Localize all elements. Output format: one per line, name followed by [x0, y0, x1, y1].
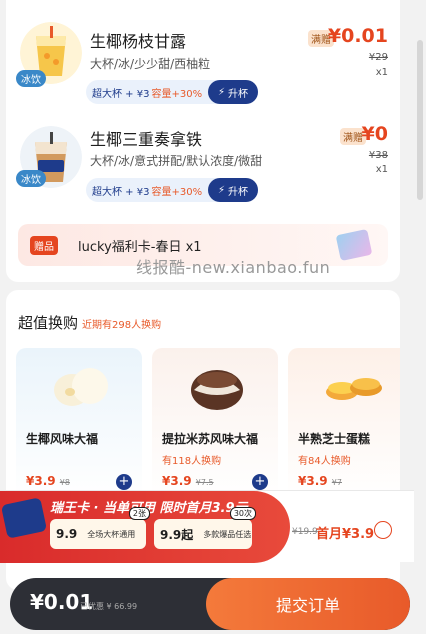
promo-select-radio[interactable] [374, 521, 392, 539]
deal-item[interactable]: 生椰风味大福 ¥3.9 ¥8 + [16, 348, 142, 498]
discount-amount: 已优惠 ¥ 66.99 [80, 602, 138, 611]
deal-price: ¥3.9 ¥7.5 [162, 474, 214, 488]
promo-price: 首月¥3.9 [316, 527, 375, 542]
promo-tile-desc: 全场大杯通用 [87, 529, 136, 539]
gift-tag: 赠品 [30, 236, 58, 255]
order-card: 冰饮 生椰杨枝甘露 大杯/冰/少少甜/西柚粒 超大杯 + ¥3 容量+30% ⚡… [6, 0, 400, 282]
item-original-price: ¥29 [368, 52, 388, 63]
promo-original-price: ¥19.9 [292, 527, 318, 537]
lightning-icon: ⚡ [217, 184, 226, 196]
promo-tile-count: 30次 [229, 507, 256, 520]
deal-sold: 有118人换购 [162, 456, 222, 467]
deal-price-value: ¥3.9 [162, 474, 192, 488]
upgrade-button[interactable]: ⚡ 升杯 [208, 178, 258, 202]
deal-price: ¥3.9 ¥8 [26, 474, 70, 488]
product-spec: 大杯/冰/少少甜/西柚粒 [90, 57, 211, 71]
upgrade-capacity: 容量+30% [151, 88, 203, 100]
upgrade-capacity: 容量+30% [151, 186, 203, 198]
membership-promo[interactable]: 瑞王卡 · 当单可用 限时首月3.9元 9.9 全场大杯通用 2张 9.9起 多… [0, 490, 414, 563]
deal-price: ¥3.9 ¥7 [298, 474, 342, 488]
submit-order-button[interactable]: 提交订单 [206, 578, 410, 630]
promo-banner: 瑞王卡 · 当单可用 限时首月3.9元 9.9 全场大杯通用 2张 9.9起 多… [0, 491, 290, 563]
promo-tile-value: 9.9起 [160, 527, 194, 542]
gift-name: lucky福利卡-春日 x1 [78, 240, 202, 255]
deal-image [326, 378, 382, 400]
deal-name: 提拉米苏风味大福 [162, 432, 259, 446]
product-name: 生椰杨枝甘露 [90, 32, 187, 51]
add-icon[interactable]: + [252, 474, 268, 490]
deal-sold: 有84人换购 [298, 456, 351, 467]
deal-name: 半熟芝士蛋糕 [298, 432, 371, 446]
deal-name: 生椰风味大福 [26, 432, 99, 446]
item-original-price: ¥38 [368, 150, 388, 161]
upgrade-button[interactable]: ⚡ 升杯 [208, 80, 258, 104]
promo-tile-count: 2张 [128, 507, 150, 520]
promo-tile: 9.9起 多款爆品任选 30次 [154, 507, 256, 549]
scrollbar-thumb[interactable] [417, 40, 423, 200]
deal-price-value: ¥3.9 [298, 474, 328, 488]
scrollbar[interactable] [414, 0, 426, 634]
item-quantity: x1 [375, 164, 388, 175]
iced-badge: 冰饮 [16, 70, 46, 87]
order-item[interactable]: 冰饮 生椰杨枝甘露 大杯/冰/少少甜/西柚粒 超大杯 + ¥3 容量+30% ⚡… [6, 18, 400, 130]
deal-item[interactable]: 提拉米苏风味大福 有118人换购 ¥3.9 ¥7.5 + [152, 348, 278, 498]
item-quantity: x1 [375, 67, 388, 78]
checkout-bar: ¥0.01 已优惠 ¥ 66.99 提交订单 [10, 578, 410, 630]
promo-tile-desc: 多款爆品任选 [203, 529, 252, 539]
deal-original-price: ¥7.5 [195, 478, 214, 487]
deal-original-price: ¥7 [331, 478, 342, 487]
deal-item[interactable]: 半熟芝士蛋糕 有84人换购 ¥3.9 ¥7 [288, 348, 400, 498]
deals-title: 超值换购 [18, 314, 79, 332]
add-icon[interactable]: + [116, 474, 132, 490]
membership-card-icon [0, 497, 48, 539]
upgrade-size-bar[interactable]: 超大杯 + ¥3 容量+30% ⚡ 升杯 [86, 178, 258, 202]
upgrade-text: 超大杯 + ¥3 [92, 186, 150, 198]
iced-badge: 冰饮 [16, 170, 46, 187]
upgrade-text: 超大杯 + ¥3 [92, 88, 150, 100]
upgrade-button-label: 升杯 [228, 88, 249, 100]
order-item[interactable]: 冰饮 生椰三重奏拿铁 大杯/冰/意式拼配/默认浓度/微甜 超大杯 + ¥3 容量… [6, 118, 400, 230]
item-price: ¥0.01 [327, 25, 388, 47]
promo-tile-value: 9.9 [56, 527, 78, 541]
deal-image [54, 368, 108, 406]
deal-original-price: ¥8 [59, 478, 70, 487]
deal-image [191, 370, 243, 410]
item-price: ¥0 [361, 123, 388, 145]
promo-tile: 9.9 全场大杯通用 2张 [50, 507, 150, 549]
lightning-icon: ⚡ [217, 86, 226, 98]
product-spec: 大杯/冰/意式拼配/默认浓度/微甜 [90, 154, 263, 168]
gift-card-image [335, 228, 373, 262]
upgrade-size-bar[interactable]: 超大杯 + ¥3 容量+30% ⚡ 升杯 [86, 80, 258, 104]
upgrade-button-label: 升杯 [228, 186, 249, 198]
deal-price-value: ¥3.9 [26, 474, 56, 488]
watermark: 线报酷-new.xianbao.fun [136, 258, 331, 277]
product-name: 生椰三重奏拿铁 [90, 130, 203, 149]
deals-subtitle: 近期有298人换购 [82, 320, 162, 331]
